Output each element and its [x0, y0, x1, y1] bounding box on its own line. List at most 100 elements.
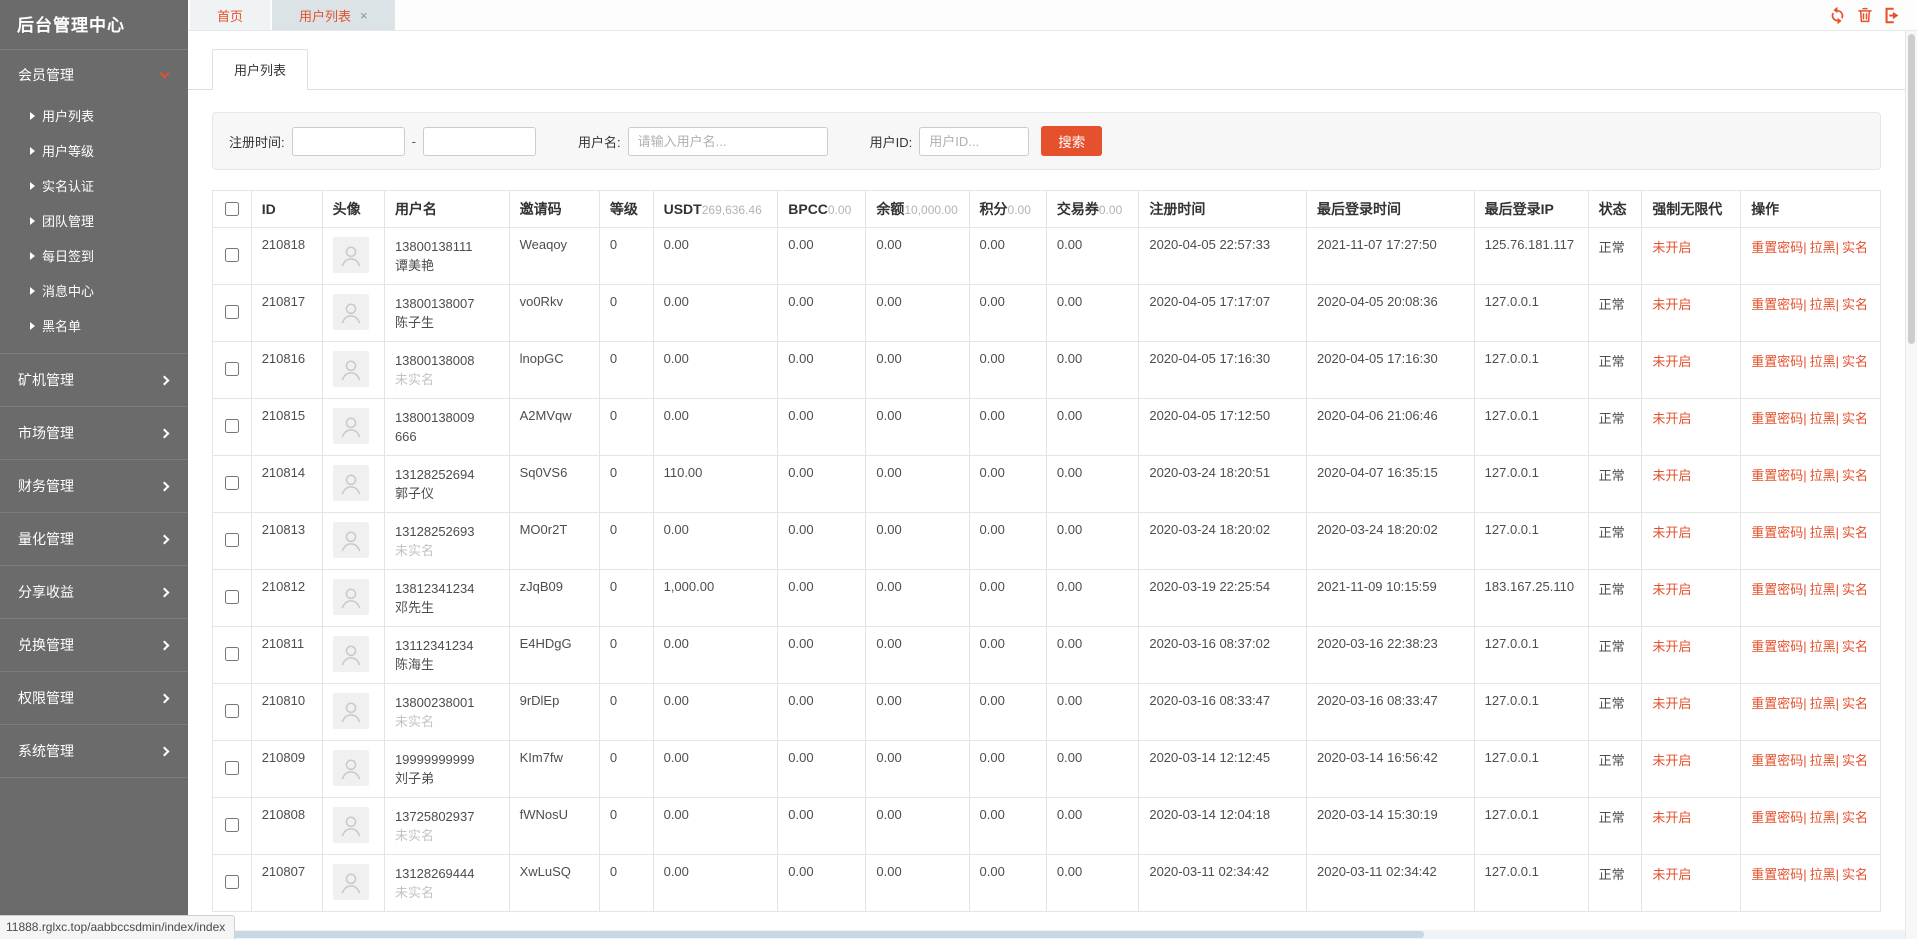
cell-actions: 重置密码|拉黑|实名	[1741, 285, 1881, 342]
action-link[interactable]: 重置密码	[1751, 297, 1803, 312]
avatar	[333, 693, 369, 729]
action-link[interactable]: 拉黑	[1810, 468, 1836, 483]
cell-force-unlimited: 未开启	[1642, 342, 1741, 399]
register-time-start-input[interactable]	[292, 127, 405, 156]
action-link[interactable]: 重置密码	[1751, 696, 1803, 711]
cell-id: 210808	[251, 798, 322, 855]
row-checkbox[interactable]	[225, 248, 239, 262]
table-row: 210818 13800138111 谭美艳 Weaqoy 0 0.00 0.0…	[213, 228, 1881, 285]
action-link[interactable]: 拉黑	[1810, 354, 1836, 369]
table-row: 210816 13800138008 未实名 lnopGC 0 0.00 0.0…	[213, 342, 1881, 399]
action-link[interactable]: 实名	[1842, 753, 1868, 768]
action-link[interactable]: 实名	[1842, 411, 1868, 426]
row-checkbox[interactable]	[225, 362, 239, 376]
action-link[interactable]: 实名	[1842, 582, 1868, 597]
action-link[interactable]: 重置密码	[1751, 753, 1803, 768]
action-link[interactable]: 重置密码	[1751, 867, 1803, 882]
close-icon[interactable]: ×	[360, 9, 368, 22]
row-checkbox[interactable]	[225, 419, 239, 433]
row-checkbox[interactable]	[225, 647, 239, 661]
row-checkbox[interactable]	[225, 590, 239, 604]
action-link[interactable]: 实名	[1842, 639, 1868, 654]
row-checkbox[interactable]	[225, 476, 239, 490]
action-link[interactable]: 重置密码	[1751, 639, 1803, 654]
sidebar-item-finance-mgmt[interactable]: 财务管理	[0, 460, 188, 512]
sidebar-item-miner-mgmt[interactable]: 矿机管理	[0, 354, 188, 406]
nav-tab-user-list[interactable]: 用户列表 ×	[272, 0, 395, 30]
username-input[interactable]	[628, 127, 828, 156]
register-time-end-input[interactable]	[423, 127, 536, 156]
cell-force-unlimited: 未开启	[1642, 855, 1741, 912]
action-link[interactable]: 重置密码	[1751, 354, 1803, 369]
action-link[interactable]: 拉黑	[1810, 867, 1836, 882]
userid-input[interactable]	[919, 127, 1029, 156]
action-link[interactable]: 实名	[1842, 525, 1868, 540]
horizontal-scrollbar[interactable]	[188, 930, 1905, 939]
action-link[interactable]: 拉黑	[1810, 810, 1836, 825]
sidebar-item-team[interactable]: 团队管理	[0, 203, 188, 238]
row-checkbox[interactable]	[225, 875, 239, 889]
sidebar-item-user-list[interactable]: 用户列表	[0, 98, 188, 133]
sidebar-item-member-mgmt[interactable]: 会员管理	[0, 50, 188, 98]
action-link[interactable]: 拉黑	[1810, 639, 1836, 654]
user-table-body: 210818 13800138111 谭美艳 Weaqoy 0 0.00 0.0…	[213, 228, 1881, 912]
row-checkbox[interactable]	[225, 533, 239, 547]
action-link[interactable]: 重置密码	[1751, 810, 1803, 825]
action-separator: |	[1836, 639, 1839, 654]
action-link[interactable]: 拉黑	[1810, 411, 1836, 426]
sidebar-item-realname[interactable]: 实名认证	[0, 168, 188, 203]
action-link[interactable]: 拉黑	[1810, 753, 1836, 768]
action-link[interactable]: 拉黑	[1810, 582, 1836, 597]
tab-user-list[interactable]: 用户列表	[212, 49, 308, 90]
row-checkbox[interactable]	[225, 818, 239, 832]
cell-usdt: 1,000.00	[653, 570, 778, 627]
sidebar-item-user-level[interactable]: 用户等级	[0, 133, 188, 168]
sidebar-item-message-center[interactable]: 消息中心	[0, 273, 188, 308]
nav-tab-home[interactable]: 首页	[190, 0, 270, 30]
vertical-scrollbar[interactable]	[1905, 31, 1917, 939]
action-link[interactable]: 实名	[1842, 240, 1868, 255]
column-header-lastip: 最后登录IP	[1474, 191, 1588, 228]
sidebar-item-exchange-mgmt[interactable]: 兑换管理	[0, 619, 188, 671]
user-realname: 未实名	[395, 370, 499, 389]
logout-icon[interactable]	[1883, 6, 1902, 25]
action-link[interactable]: 拉黑	[1810, 525, 1836, 540]
row-checkbox[interactable]	[225, 761, 239, 775]
refresh-icon[interactable]	[1828, 6, 1847, 25]
sidebar-item-system-mgmt[interactable]: 系统管理	[0, 725, 188, 777]
action-link[interactable]: 重置密码	[1751, 240, 1803, 255]
cell-actions: 重置密码|拉黑|实名	[1741, 456, 1881, 513]
action-link[interactable]: 实名	[1842, 297, 1868, 312]
cell-invite-code: KIm7fw	[509, 741, 599, 798]
sidebar-item-quant-mgmt[interactable]: 量化管理	[0, 513, 188, 565]
row-checkbox[interactable]	[225, 305, 239, 319]
action-link[interactable]: 实名	[1842, 696, 1868, 711]
sidebar-item-blacklist[interactable]: 黑名单	[0, 308, 188, 343]
vertical-scrollbar-thumb[interactable]	[1908, 34, 1915, 344]
action-link[interactable]: 拉黑	[1810, 297, 1836, 312]
cell-avatar	[322, 342, 384, 399]
action-link[interactable]: 拉黑	[1810, 240, 1836, 255]
action-link[interactable]: 实名	[1842, 810, 1868, 825]
sidebar-item-share-income[interactable]: 分享收益	[0, 566, 188, 618]
action-link[interactable]: 实名	[1842, 867, 1868, 882]
row-checkbox-cell	[213, 456, 252, 513]
cell-invite-code: 9rDlEp	[509, 684, 599, 741]
sidebar-item-permission-mgmt[interactable]: 权限管理	[0, 672, 188, 724]
horizontal-scrollbar-thumb[interactable]	[188, 931, 1424, 938]
sidebar-item-daily-signin[interactable]: 每日签到	[0, 238, 188, 273]
action-link[interactable]: 重置密码	[1751, 411, 1803, 426]
action-link[interactable]: 实名	[1842, 468, 1868, 483]
search-button[interactable]: 搜索	[1041, 126, 1102, 156]
user-phone: 19999999999	[395, 750, 499, 769]
action-link[interactable]: 重置密码	[1751, 468, 1803, 483]
select-all-checkbox[interactable]	[225, 202, 239, 216]
action-link[interactable]: 重置密码	[1751, 525, 1803, 540]
sidebar-item-market-mgmt[interactable]: 市场管理	[0, 407, 188, 459]
action-link[interactable]: 重置密码	[1751, 582, 1803, 597]
action-link[interactable]: 拉黑	[1810, 696, 1836, 711]
action-link[interactable]: 实名	[1842, 354, 1868, 369]
row-checkbox-cell	[213, 399, 252, 456]
row-checkbox[interactable]	[225, 704, 239, 718]
trash-icon[interactable]	[1856, 6, 1874, 24]
